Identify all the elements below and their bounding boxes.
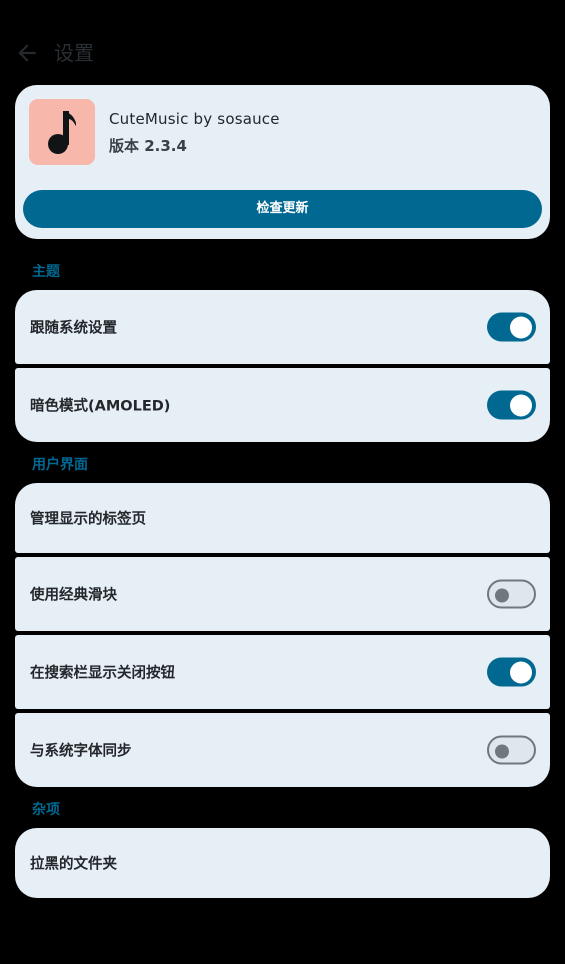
section-title-ui: 用户界面 xyxy=(32,457,88,473)
setting-label: 在搜索栏显示关闭按钮 xyxy=(30,665,175,682)
setting-label: 管理显示的标签页 xyxy=(30,511,146,528)
app-name: CuteMusic by sosauce xyxy=(109,110,280,128)
toggle-knob xyxy=(510,316,532,338)
check-update-button[interactable]: 检查更新 xyxy=(23,190,542,228)
back-button[interactable] xyxy=(14,40,40,66)
amoled-mode-toggle[interactable] xyxy=(487,390,536,420)
music-note-icon xyxy=(48,111,76,154)
setting-label: 拉黑的文件夹 xyxy=(30,856,117,873)
follow-system-toggle[interactable] xyxy=(487,312,536,342)
search-close-button-toggle[interactable] xyxy=(487,657,536,687)
toggle-knob xyxy=(510,394,532,416)
setting-follow-system[interactable]: 跟随系统设置 xyxy=(15,290,550,364)
setting-classic-slider[interactable]: 使用经典滑块 xyxy=(15,557,550,631)
system-font-toggle[interactable] xyxy=(487,735,536,765)
toggle-knob xyxy=(510,661,532,683)
toggle-knob xyxy=(495,588,509,602)
classic-slider-toggle[interactable] xyxy=(487,579,536,609)
page-title: 设置 xyxy=(54,41,94,65)
setting-label: 使用经典滑块 xyxy=(30,587,117,604)
setting-search-close-button[interactable]: 在搜索栏显示关闭按钮 xyxy=(15,635,550,709)
app-version: 版本 2.3.4 xyxy=(109,137,187,155)
setting-amoled-mode[interactable]: 暗色模式(AMOLED) xyxy=(15,368,550,442)
app-info-card: CuteMusic by sosauce 版本 2.3.4 检查更新 xyxy=(15,85,550,239)
section-title-misc: 杂项 xyxy=(32,802,60,818)
setting-label: 与系统字体同步 xyxy=(30,743,132,760)
setting-manage-tabs[interactable]: 管理显示的标签页 xyxy=(15,483,550,553)
toggle-knob xyxy=(495,744,509,758)
top-app-bar: 设置 xyxy=(0,30,565,78)
arrow-left-icon xyxy=(18,44,36,62)
setting-label: 暗色模式(AMOLED) xyxy=(30,398,171,415)
setting-blacklisted-folders[interactable]: 拉黑的文件夹 xyxy=(15,828,550,898)
section-title-theme: 主题 xyxy=(32,264,60,280)
app-icon xyxy=(29,99,95,165)
setting-system-font[interactable]: 与系统字体同步 xyxy=(15,713,550,787)
setting-label: 跟随系统设置 xyxy=(30,320,117,337)
